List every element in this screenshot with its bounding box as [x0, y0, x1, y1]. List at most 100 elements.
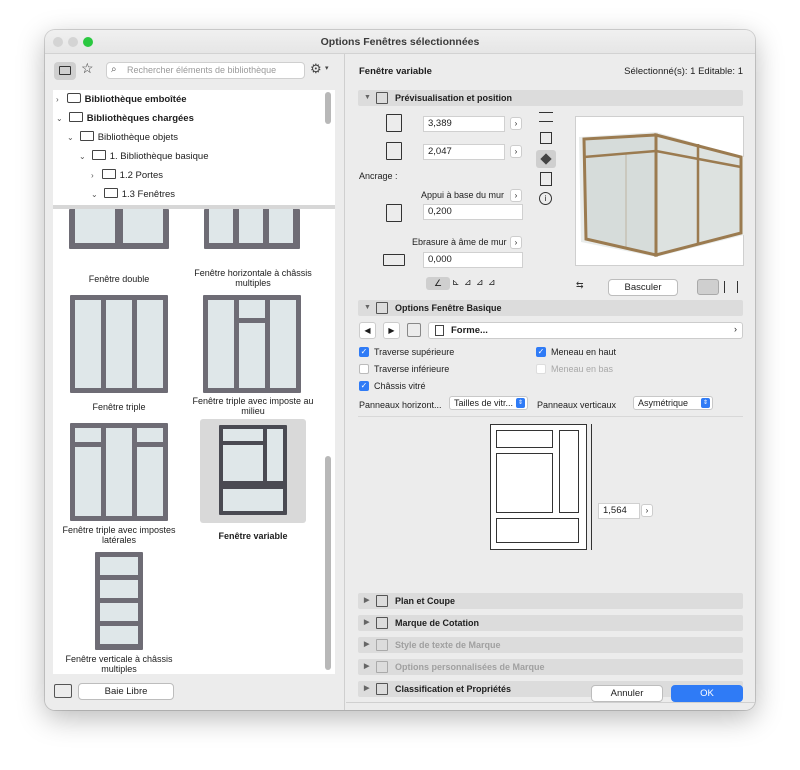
folder-icon	[101, 169, 116, 179]
flip-button[interactable]: Basculer	[608, 279, 678, 296]
library-search-input[interactable]: ⌕ Rechercher éléments de bibliothèque	[106, 62, 305, 79]
glazed-sash-checkbox[interactable]: ✓	[359, 381, 369, 391]
section-dimension-marker[interactable]: ▶ Marque de Cotation	[358, 615, 743, 631]
transom-top-checkbox[interactable]: ✓	[359, 347, 369, 357]
mullion-bottom-label: Meneau en bas	[551, 364, 614, 374]
classification-icon	[376, 683, 388, 695]
chevron-right-icon: ›	[734, 324, 737, 334]
disclosure-closed-icon: ▶	[364, 663, 370, 670]
height-field[interactable]: 2,047	[423, 144, 505, 160]
reveal-field[interactable]: 0,000	[423, 252, 523, 268]
sill-arrow-button[interactable]: ›	[510, 189, 522, 202]
folder-icon	[91, 150, 106, 160]
dimension-section-icon	[376, 617, 388, 629]
mullion-bottom-checkbox	[536, 364, 546, 374]
info-icon[interactable]: i	[539, 192, 552, 205]
next-page-button[interactable]: ▶	[383, 322, 400, 339]
anchor-label: Ancrage :	[359, 171, 398, 181]
plan-view-icon[interactable]	[539, 112, 553, 122]
mullion-top-checkbox[interactable]: ✓	[536, 347, 546, 357]
cancel-button[interactable]: Annuler	[591, 685, 663, 702]
anchor-option-4[interactable]: ⊿	[476, 277, 484, 288]
section-preview-header[interactable]: ▼ Prévisualisation et position	[358, 90, 743, 106]
width-field[interactable]: 3,389	[423, 116, 505, 132]
preview-section-icon	[376, 92, 388, 104]
page-selector[interactable]: Forme... ›	[428, 322, 743, 339]
library-tree: › Bibliothèque emboîtée ⌄ Bibliothèques ch…	[53, 90, 335, 205]
basic-section-icon	[376, 302, 388, 314]
baie-libre-button[interactable]: Baie Libre	[78, 683, 174, 700]
disclosure-closed-icon: ▶	[364, 685, 370, 692]
library-item-label: Fenêtre triple avec impostes latérales	[62, 525, 176, 545]
transom-bottom-checkbox[interactable]	[359, 364, 369, 374]
window-thumb-horizontal[interactable]	[204, 209, 300, 249]
folder-icon	[79, 131, 94, 141]
grid-scrollbar[interactable]	[325, 456, 331, 670]
star-icon[interactable]: ☆	[81, 60, 94, 77]
tree-item-basic[interactable]: ⌄ 1. Bibliothèque basique	[79, 148, 208, 166]
window-thumb-triple[interactable]	[70, 295, 168, 393]
section-basic-header[interactable]: ▼ Options Fenêtre Basique	[358, 300, 743, 316]
anchor-option-1[interactable]: ∠	[426, 277, 450, 290]
3d-view-button[interactable]	[536, 150, 556, 168]
section-view-icon[interactable]	[540, 172, 552, 186]
3d-preview[interactable]	[575, 116, 744, 266]
library-icon	[66, 93, 81, 103]
sill-icon	[386, 204, 402, 222]
anchor-option-2[interactable]: ⊾	[452, 277, 460, 288]
anchor-option-3[interactable]: ⊿	[464, 277, 472, 288]
prev-page-button[interactable]: ◀	[359, 322, 376, 339]
dimension-arrow-button[interactable]: ›	[641, 504, 653, 517]
transom-top-label: Traverse supérieure	[374, 347, 455, 357]
diagram-panel[interactable]	[496, 453, 553, 513]
ok-button[interactable]: OK	[671, 685, 743, 702]
gear-icon[interactable]: ⚙	[310, 61, 322, 77]
object-name: Fenêtre variable	[359, 66, 432, 77]
tree-scrollbar[interactable]	[325, 92, 331, 124]
search-icon: ⌕	[111, 64, 117, 75]
sill-field[interactable]: 0,200	[423, 204, 523, 220]
section-plan-coupe[interactable]: ▶ Plan et Coupe	[358, 593, 743, 609]
opening-side-left-button[interactable]	[697, 279, 719, 295]
width-icon	[386, 114, 402, 132]
tree-item-doors[interactable]: › 1.2 Portes	[91, 167, 163, 185]
divider	[346, 702, 755, 703]
tree-item-loaded[interactable]: ⌄ Bibliothèques chargées	[56, 110, 194, 128]
elevation-view-icon[interactable]	[540, 132, 552, 144]
dimension-line	[591, 424, 592, 550]
diagram-panel[interactable]	[559, 430, 579, 513]
panel-dimension-field[interactable]: 1,564	[598, 503, 640, 519]
height-icon	[386, 142, 402, 160]
panel-diagram[interactable]	[490, 424, 587, 550]
cube-icon	[540, 153, 552, 165]
window-thumb-vertical[interactable]	[95, 552, 143, 650]
vertical-panels-select[interactable]: Asymétrique ⇕	[633, 396, 713, 410]
horizontal-panels-label: Panneaux horizont...	[359, 400, 442, 410]
section-marker-text-style: ▶ Style de texte de Marque	[358, 637, 743, 653]
tree-item-windows[interactable]: ⌄ 1.3 Fenêtres	[91, 186, 175, 204]
library-manager-icon[interactable]	[54, 684, 72, 698]
reveal-arrow-button[interactable]: ›	[510, 236, 522, 249]
flip-icon: ⇆	[576, 280, 584, 290]
tree-item-objects[interactable]: ⌄ Bibliothèque objets	[67, 129, 178, 147]
window-thumb-double[interactable]	[69, 209, 169, 249]
chevron-down-icon[interactable]: ▾	[325, 64, 329, 72]
window-thumb-triple-side[interactable]	[70, 423, 168, 521]
width-arrow-button[interactable]: ›	[510, 117, 522, 130]
horizontal-panels-select[interactable]: Tailles de vitr... ⇕	[449, 396, 528, 410]
library-items-grid: Fenêtre double Fenêtre horizontale à châ…	[53, 209, 335, 674]
library-item-label: Fenêtre triple	[92, 402, 146, 412]
window-thumb-triple-imposte[interactable]	[203, 295, 301, 393]
folder-view-button[interactable]	[54, 62, 76, 80]
reveal-label: Ebrasure à âme de mur	[412, 237, 507, 247]
height-arrow-button[interactable]: ›	[510, 145, 522, 158]
window-thumb-variable-selected[interactable]	[200, 419, 306, 523]
stepper-icon: ⇕	[516, 398, 525, 408]
anchor-option-5[interactable]: ⊿	[488, 277, 496, 288]
diagram-panel[interactable]	[496, 518, 579, 543]
page-list-icon[interactable]	[407, 323, 421, 337]
tree-item-nested[interactable]: › Bibliothèque emboîtée	[56, 91, 187, 109]
opening-side-right-button[interactable]	[724, 281, 738, 293]
reveal-icon	[383, 254, 405, 266]
diagram-panel[interactable]	[496, 430, 553, 448]
